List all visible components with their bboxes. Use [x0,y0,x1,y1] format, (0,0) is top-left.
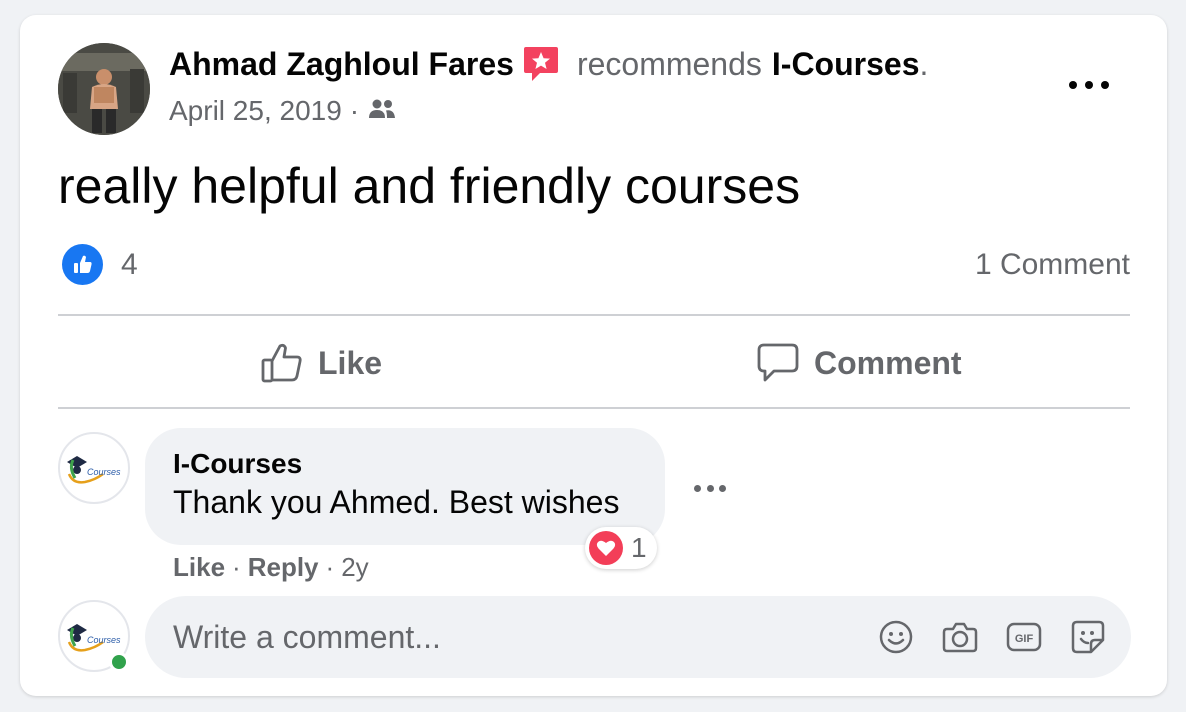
comment-bubble: I-Courses Thank you Ahmed. Best wishes [145,428,665,545]
more-horizontal-icon[interactable] [1069,75,1109,95]
author-avatar[interactable] [58,43,150,135]
meta-separator: · [349,95,360,126]
post-date[interactable]: April 25, 2019 [169,95,342,127]
comment-composer: GIF [145,596,1131,678]
like-thumb-icon[interactable] [62,244,103,285]
divider [58,314,1130,316]
emoji-icon[interactable] [877,618,915,656]
like-outline-icon [261,343,302,383]
comment-reaction[interactable]: 1 [585,527,657,569]
online-status-dot [109,652,129,672]
like-label: Like [318,344,383,381]
comment-text: Thank you Ahmed. Best wishes [173,484,620,520]
author-name[interactable]: Ahmad Zaghloul Fares [169,46,514,83]
period: . [919,45,929,82]
comment-more-icon[interactable] [694,483,726,493]
friends-icon[interactable] [367,95,397,127]
i-courses-logo: Courses [67,456,121,484]
logo-text: Courses [87,635,121,645]
comment-reaction-count: 1 [631,532,647,563]
like-button[interactable]: Like [260,333,382,393]
comment-age[interactable]: 2y [341,552,368,583]
recommends-text: recommends [576,45,762,82]
sticker-icon[interactable] [1069,618,1107,656]
heart-icon [589,531,623,565]
comment-reply-link[interactable]: Reply [248,552,319,583]
post-header: Ahmad Zaghloul Fares recommends I-Course… [169,45,928,83]
comment-actions: Like · Reply · 2y [173,552,369,583]
logo-text: Courses [87,467,121,477]
reaction-count[interactable]: 4 [121,248,138,282]
dot-separator: · [232,552,241,582]
post-meta: April 25, 2019 · [169,95,397,127]
comment-count-link[interactable]: 1 Comment [975,248,1130,282]
comment-bubble-icon [757,343,799,382]
recommend-star-icon [522,45,560,83]
post-card: Ahmad Zaghloul Fares recommends I-Course… [20,15,1167,696]
divider [58,407,1130,409]
post-body: really helpful and friendly courses [58,158,801,214]
commenter-avatar[interactable]: Courses [58,432,130,504]
page-name-link[interactable]: I-Courses [772,46,920,83]
gif-icon[interactable]: GIF [1005,618,1043,656]
i-courses-logo: Courses [67,624,121,652]
comment-input[interactable] [173,596,853,678]
comment-author[interactable]: I-Courses [173,448,665,480]
svg-text:GIF: GIF [1015,633,1034,645]
comment-label: Comment [814,344,962,381]
comment-like-link[interactable]: Like [173,552,225,583]
dot-separator: · [325,552,335,582]
comment-button[interactable]: Comment [756,333,962,393]
camera-icon[interactable] [941,618,979,656]
